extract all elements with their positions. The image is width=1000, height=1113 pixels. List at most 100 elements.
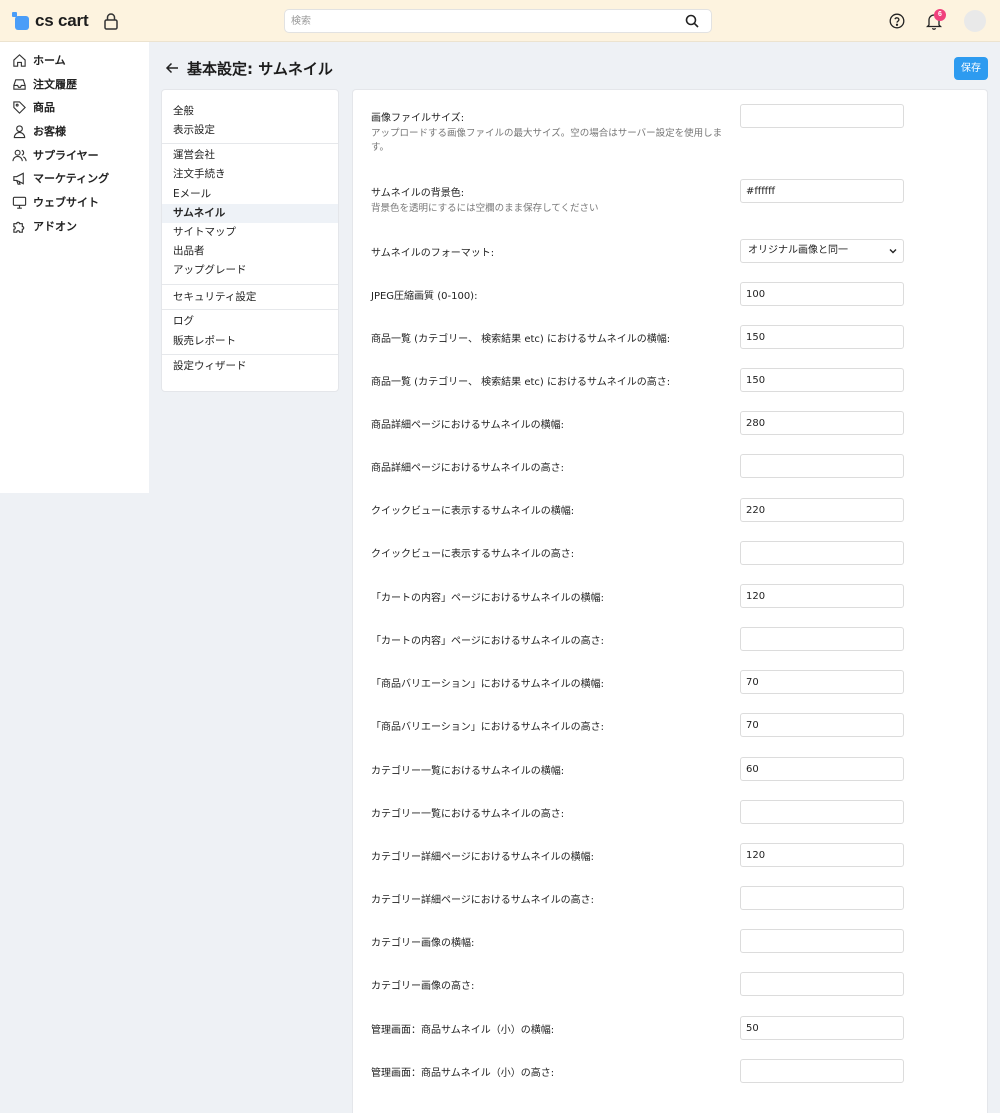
jpeg-quality-input[interactable] [740, 282, 904, 306]
submenu-item-logging[interactable]: ログ [162, 312, 338, 331]
lock-icon[interactable] [103, 12, 119, 30]
sidebar-item-suppliers[interactable]: サプライヤー [12, 146, 99, 164]
notification-badge: 6 [934, 9, 946, 21]
quick-view-thumbnail-height-input[interactable] [740, 541, 904, 565]
sidebar-item-products[interactable]: 商品 [12, 98, 55, 116]
image-file-size-input[interactable] [740, 104, 904, 128]
sidebar-item-label: ホーム [33, 54, 66, 67]
cart-contents-thumbnail-width-input[interactable] [740, 584, 904, 608]
sidebar-item-orders[interactable]: 注文履歴 [12, 75, 77, 93]
admin-product-thumbnail-height-input[interactable] [740, 1059, 904, 1083]
thumbnail-format-select[interactable]: オリジナル画像と同一 [740, 239, 904, 263]
category-details-thumbnail-height-input[interactable] [740, 886, 904, 910]
logo-text: cs cart [35, 11, 89, 30]
field-label: 「商品バリエーション」におけるサムネイルの高さ: [371, 722, 604, 733]
field-label: 「カートの内容」ページにおけるサムネイルの横幅: [371, 593, 604, 604]
field-label: カテゴリー画像の横幅: [371, 938, 475, 949]
submenu-item-thumbnails[interactable]: サムネイル [162, 204, 338, 223]
submenu-item-general[interactable]: 全般 [162, 102, 338, 121]
field-help-text: アップロードする画像ファイルの最大サイズ。空の場合はサーバー設定を使用します。 [371, 128, 723, 153]
field-label: 「商品バリエーション」におけるサムネイルの横幅: [371, 679, 604, 690]
tag-icon [13, 100, 26, 114]
save-button[interactable]: 保存 [954, 57, 988, 80]
sidebar-item-label: アドオン [33, 220, 77, 233]
logo-mark-icon [12, 12, 30, 30]
submenu-divider [162, 309, 338, 310]
field-label: サムネイルのフォーマット: [371, 248, 495, 259]
sidebar-item-website[interactable]: ウェブサイト [12, 193, 99, 211]
submenu-item-security[interactable]: セキュリティ設定 [162, 288, 338, 307]
field-label: クイックビューに表示するサムネイルの高さ: [371, 549, 575, 560]
sidebar-item-label: 商品 [33, 101, 55, 114]
product-details-thumbnail-height-input[interactable] [740, 454, 904, 478]
submenu-divider [162, 143, 338, 144]
settings-submenu: 全般 表示設定 運営会社 注文手続き Eメール サムネイル サイトマップ 出品者… [161, 89, 339, 392]
product-variation-thumbnail-height-input[interactable] [740, 713, 904, 737]
help-icon[interactable] [889, 13, 905, 29]
field-label: サムネイルの背景色: [371, 188, 465, 199]
user-icon [13, 124, 26, 138]
puzzle-icon [13, 221, 25, 233]
submenu-item-reports[interactable]: 販売レポート [162, 332, 338, 351]
field-label: クイックビューに表示するサムネイルの横幅: [371, 506, 575, 517]
sidebar-item-marketing[interactable]: マーケティング [12, 169, 109, 187]
field-label: カテゴリー詳細ページにおけるサムネイルの横幅: [371, 852, 594, 863]
sidebar-item-home[interactable]: ホーム [12, 51, 66, 69]
category-list-thumbnail-height-input[interactable] [740, 800, 904, 824]
sidebar-item-label: ウェブサイト [33, 196, 99, 209]
category-image-height-input[interactable] [740, 972, 904, 996]
quick-view-thumbnail-width-input[interactable] [740, 498, 904, 522]
submenu-item-emails[interactable]: Eメール [162, 185, 338, 204]
users-icon [12, 149, 27, 161]
sidebar-item-label: サプライヤー [33, 149, 99, 162]
submenu-divider [162, 354, 338, 355]
megaphone-icon [13, 171, 24, 185]
back-arrow-icon[interactable] [165, 61, 179, 75]
product-list-thumbnail-height-input[interactable] [740, 368, 904, 392]
submenu-item-wizard[interactable]: 設定ウィザード [162, 357, 338, 376]
sidebar-item-label: 注文履歴 [33, 78, 77, 91]
field-label: 「カートの内容」ページにおけるサムネイルの高さ: [371, 636, 604, 647]
submenu-divider [162, 284, 338, 285]
submenu-item-sitemap[interactable]: サイトマップ [162, 223, 338, 242]
category-image-width-input[interactable] [740, 929, 904, 953]
product-details-thumbnail-width-input[interactable] [740, 411, 904, 435]
sidebar-item-customers[interactable]: お客様 [12, 122, 66, 140]
sidebar: ホーム 注文履歴 商品 お客様 サプライヤー マーケティング ウェブサイト アド… [0, 42, 149, 493]
inbox-icon [13, 78, 26, 90]
page-title: 基本設定: サムネイル [187, 60, 333, 78]
admin-product-thumbnail-width-input[interactable] [740, 1016, 904, 1040]
thumbnail-background-color-input[interactable] [740, 179, 904, 203]
avatar[interactable] [964, 10, 986, 32]
search-input[interactable] [285, 10, 675, 32]
field-help-text: 背景色を透明にするには空欄のまま保存してください [371, 203, 599, 214]
submenu-item-company[interactable]: 運営会社 [162, 146, 338, 165]
field-label: カテゴリー詳細ページにおけるサムネイルの高さ: [371, 895, 594, 906]
cart-contents-thumbnail-height-input[interactable] [740, 627, 904, 651]
monitor-icon [12, 196, 27, 209]
field-label: カテゴリー一覧におけるサムネイルの横幅: [371, 766, 565, 777]
top-bar: cs cart 6 [0, 0, 1000, 42]
select-value: オリジナル画像と同一 [748, 245, 848, 256]
field-label: 商品一覧 (カテゴリー、 検索結果 etc) におけるサムネイルの横幅: [371, 334, 671, 345]
sidebar-item-label: お客様 [33, 125, 66, 138]
submenu-item-appearance[interactable]: 表示設定 [162, 121, 338, 140]
search-box [284, 9, 712, 33]
search-icon[interactable] [685, 14, 699, 28]
product-variation-thumbnail-width-input[interactable] [740, 670, 904, 694]
category-details-thumbnail-width-input[interactable] [740, 843, 904, 867]
field-label: 画像ファイルサイズ: [371, 113, 465, 124]
submenu-item-checkout[interactable]: 注文手続き [162, 165, 338, 184]
chevron-down-icon [889, 249, 897, 254]
home-icon [13, 53, 26, 67]
submenu-item-vendors[interactable]: 出品者 [162, 242, 338, 261]
product-list-thumbnail-width-input[interactable] [740, 325, 904, 349]
field-label: 管理画面：商品サムネイル（小）の高さ: [371, 1068, 555, 1079]
field-label: 管理画面：商品サムネイル（小）の横幅: [371, 1025, 555, 1036]
sidebar-item-addons[interactable]: アドオン [12, 217, 77, 235]
logo[interactable]: cs cart [12, 11, 89, 31]
field-label: カテゴリー一覧におけるサムネイルの高さ: [371, 809, 565, 820]
category-list-thumbnail-width-input[interactable] [740, 757, 904, 781]
submenu-item-upgrade[interactable]: アップグレード [162, 261, 338, 280]
sidebar-item-label: マーケティング [33, 172, 110, 185]
